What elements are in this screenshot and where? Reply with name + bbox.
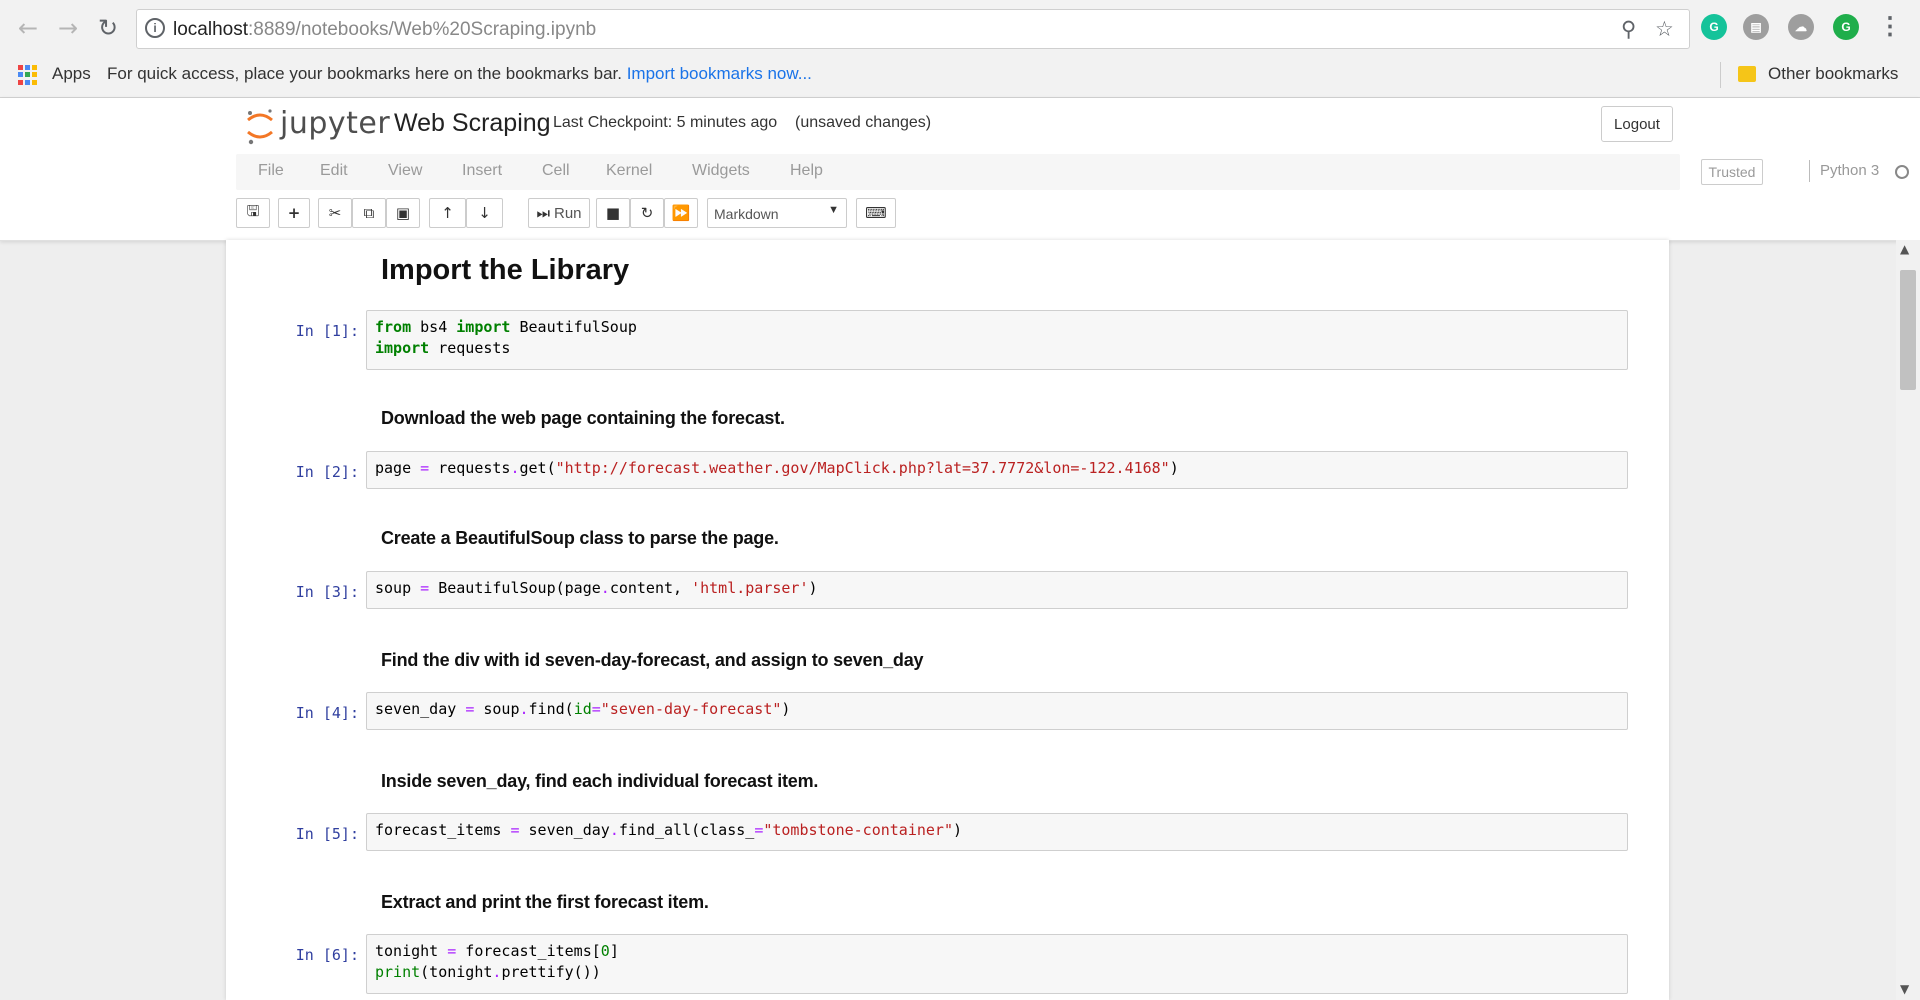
restart-run-all-icon[interactable]: ⏩: [664, 198, 698, 228]
code-cell-4[interactable]: seven_day = soup.find(id="seven-day-fore…: [366, 692, 1628, 730]
run-label: Run: [553, 204, 582, 222]
bookmarks-bar: Apps For quick access, place your bookma…: [0, 56, 1920, 96]
url-host: localhost: [173, 19, 248, 40]
jupyter-logo-icon[interactable]: [245, 106, 275, 146]
grammarly-extension-icon[interactable]: G: [1701, 14, 1727, 40]
scroll-up-icon[interactable]: ▲: [1900, 242, 1909, 256]
menu-file[interactable]: File: [258, 162, 284, 180]
kernel-divider: [1809, 160, 1810, 182]
menu-help[interactable]: Help: [790, 162, 823, 180]
forward-button[interactable]: →: [52, 12, 84, 44]
notebook-container: Import the Library In [1]: from bs4 impo…: [226, 240, 1669, 1000]
markdown-heading[interactable]: Import the Library: [381, 254, 629, 287]
folder-icon: [1738, 66, 1756, 82]
chevron-down-icon: ▼: [828, 204, 839, 216]
markdown-cell[interactable]: Find the div with id seven-day-forecast,…: [381, 650, 924, 671]
cut-icon[interactable]: ✂: [318, 198, 352, 228]
interrupt-icon[interactable]: ■: [596, 198, 630, 228]
cell-prompt: In [5]:: [295, 825, 359, 843]
scroll-down-icon[interactable]: ▼: [1900, 982, 1909, 996]
apps-link[interactable]: Apps: [52, 64, 91, 84]
bookmark-star-icon[interactable]: ☆: [1655, 17, 1674, 41]
jupyter-logo-text[interactable]: jupyter: [280, 106, 390, 141]
insert-cell-icon[interactable]: +: [278, 198, 310, 228]
cell-type-select[interactable]: Markdown ▼: [707, 198, 847, 228]
run-button[interactable]: ⏭ Run: [528, 198, 590, 228]
browser-menu-icon[interactable]: ⋮: [1878, 12, 1902, 41]
restart-icon[interactable]: ↻: [630, 198, 664, 228]
extension-icon-3[interactable]: ☁: [1788, 14, 1814, 40]
save-icon[interactable]: 🖫: [236, 198, 270, 228]
logout-button[interactable]: Logout: [1601, 106, 1673, 142]
menu-kernel[interactable]: Kernel: [606, 162, 652, 180]
copy-icon[interactable]: ⧉: [352, 198, 386, 228]
menu-view[interactable]: View: [388, 162, 422, 180]
markdown-cell[interactable]: Inside seven_day, find each individual f…: [381, 771, 818, 792]
bookmarks-hint: For quick access, place your bookmarks h…: [107, 64, 812, 84]
bookmarks-divider: [1720, 62, 1721, 88]
code-cell-5[interactable]: forecast_items = seven_day.find_all(clas…: [366, 813, 1628, 851]
trusted-indicator[interactable]: Trusted: [1701, 159, 1763, 185]
move-down-icon[interactable]: ↓: [466, 198, 503, 228]
kernel-name[interactable]: Python 3: [1820, 162, 1879, 179]
checkpoint-status: Last Checkpoint: 5 minutes ago: [553, 114, 778, 131]
command-palette-icon[interactable]: ⌨: [856, 198, 896, 228]
cell-prompt: In [1]:: [295, 322, 359, 340]
menu-cell[interactable]: Cell: [542, 162, 570, 180]
notebook-menubar: File Edit View Insert Cell Kernel Widget…: [236, 154, 1909, 190]
markdown-cell[interactable]: Download the web page containing the for…: [381, 408, 785, 429]
cell-prompt: In [6]:: [295, 946, 359, 964]
import-bookmarks-link[interactable]: Import bookmarks now...: [627, 64, 812, 83]
reload-button[interactable]: ↻: [92, 12, 124, 44]
cell-prompt: In [4]:: [295, 704, 359, 722]
code-cell-1[interactable]: from bs4 import BeautifulSoup import req…: [366, 310, 1628, 370]
url-path: :8889/notebooks/Web%20Scraping.ipynb: [248, 19, 597, 40]
menu-insert[interactable]: Insert: [462, 162, 502, 180]
address-bar[interactable]: i localhost:8889/notebooks/Web%20Scrapin…: [136, 9, 1690, 49]
unsaved-status: (unsaved changes): [795, 114, 932, 131]
cell-type-value: Markdown: [714, 206, 779, 222]
jupyter-header: jupyter Web Scraping Last Checkpoint: 5 …: [0, 98, 1920, 241]
code-cell-6[interactable]: tonight = forecast_items[0] print(tonigh…: [366, 934, 1628, 994]
markdown-cell[interactable]: Create a BeautifulSoup class to parse th…: [381, 528, 779, 549]
menu-edit[interactable]: Edit: [320, 162, 348, 180]
paste-icon[interactable]: ▣: [386, 198, 420, 228]
run-icon: ⏭: [536, 204, 550, 222]
markdown-cell[interactable]: Extract and print the first forecast ite…: [381, 892, 709, 913]
back-button[interactable]: ←: [12, 12, 44, 44]
cell-prompt: In [3]:: [295, 583, 359, 601]
move-up-icon[interactable]: ↑: [429, 198, 466, 228]
browser-chrome: ← → ↻ i localhost:8889/notebooks/Web%20S…: [0, 0, 1920, 98]
notebook-title[interactable]: Web Scraping: [394, 109, 551, 138]
code-cell-3[interactable]: soup = BeautifulSoup(page.content, 'html…: [366, 571, 1628, 609]
extension-icon-2[interactable]: ▤: [1743, 14, 1769, 40]
apps-icon[interactable]: [18, 65, 38, 85]
extension-icon-4[interactable]: G: [1833, 14, 1859, 40]
url-text[interactable]: localhost:8889/notebooks/Web%20Scraping.…: [173, 19, 596, 41]
scrollbar-thumb[interactable]: [1900, 270, 1916, 390]
other-bookmarks[interactable]: Other bookmarks: [1768, 64, 1898, 84]
menu-widgets[interactable]: Widgets: [692, 162, 750, 180]
code-cell-2[interactable]: page = requests.get("http://forecast.wea…: [366, 451, 1628, 489]
kernel-status-icon: [1895, 165, 1909, 179]
bookmarks-hint-text: For quick access, place your bookmarks h…: [107, 64, 622, 83]
site-info-icon[interactable]: i: [145, 18, 165, 38]
zoom-icon[interactable]: ⚲: [1621, 17, 1636, 41]
cell-prompt: In [2]:: [295, 463, 359, 481]
